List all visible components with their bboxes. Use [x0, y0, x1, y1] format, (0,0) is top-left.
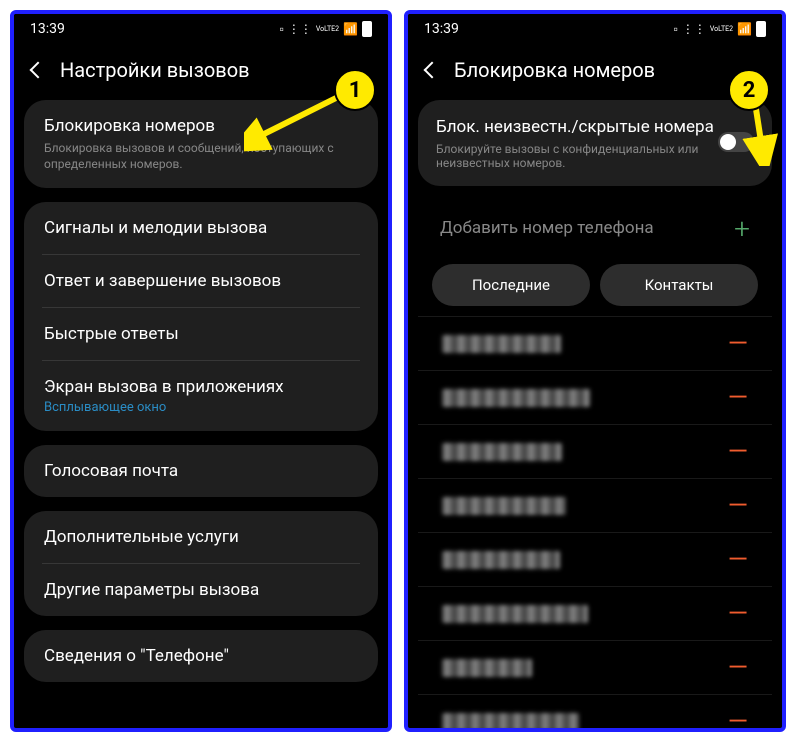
- blocked-number-redacted: [442, 335, 561, 353]
- lte-icon: VoLTE2: [710, 25, 733, 33]
- add-number-row[interactable]: Добавить номер телефона +: [418, 200, 772, 256]
- arrow-2: [728, 106, 778, 166]
- item-other-params[interactable]: Другие параметры вызова: [24, 564, 378, 616]
- status-time: 13:39: [30, 21, 65, 37]
- phone-screen-1: 1 13:39 ▫ ⋮⋮ VoLTE2 📶 Настройки вызовов …: [10, 10, 392, 732]
- blocked-row[interactable]: —: [418, 370, 772, 424]
- item-signals[interactable]: Сигналы и мелодии вызова: [24, 202, 378, 254]
- card-signals-group: Сигналы и мелодии вызова Ответ и заверше…: [24, 202, 378, 431]
- blocked-row[interactable]: —: [418, 478, 772, 532]
- header-2: Блокировка номеров: [408, 44, 782, 96]
- card-about[interactable]: Сведения о "Телефоне": [24, 630, 378, 682]
- item-extra-services[interactable]: Дополнительные услуги: [24, 511, 378, 563]
- status-icons: ▫ ⋮⋮ VoLTE2 📶: [674, 21, 766, 37]
- remove-icon[interactable]: —: [728, 491, 748, 521]
- blocked-row[interactable]: —: [418, 532, 772, 586]
- remove-icon[interactable]: —: [728, 545, 748, 575]
- back-icon[interactable]: [424, 62, 441, 79]
- blocked-number-redacted: [442, 389, 590, 407]
- plus-icon[interactable]: +: [734, 212, 750, 245]
- blocked-number-redacted: [442, 713, 579, 728]
- blocked-row[interactable]: —: [418, 316, 772, 370]
- status-icons: ▫ ⋮⋮ VoLTE2 📶: [280, 21, 372, 37]
- blocked-number-redacted: [442, 659, 532, 677]
- phone-screen-2: 2 13:39 ▫ ⋮⋮ VoLTE2 📶 Блокировка номеров…: [404, 10, 786, 732]
- tab-contacts[interactable]: Контакты: [600, 264, 758, 306]
- picture-icon: ▫: [280, 22, 284, 36]
- header-title: Блокировка номеров: [454, 58, 655, 82]
- header-title: Настройки вызовов: [60, 58, 250, 82]
- statusbar: 13:39 ▫ ⋮⋮ VoLTE2 📶: [408, 14, 782, 44]
- remove-icon[interactable]: —: [728, 707, 748, 728]
- callout-badge-1: 1: [334, 69, 376, 111]
- blocked-number-redacted: [442, 443, 562, 461]
- card-extras: Дополнительные услуги Другие параметры в…: [24, 511, 378, 616]
- blocked-row[interactable]: —: [418, 424, 772, 478]
- wifi-icon: ⋮⋮: [682, 22, 706, 36]
- content-1: Блокировка номеров Блокировка вызовов и …: [14, 96, 388, 728]
- remove-icon[interactable]: —: [728, 437, 748, 467]
- card-block-unknown: Блок. неизвестн./скрытые номера Блокируй…: [418, 100, 772, 186]
- callout-badge-2: 2: [728, 69, 770, 111]
- remove-icon[interactable]: —: [728, 329, 748, 359]
- blocked-row[interactable]: —: [418, 694, 772, 728]
- content-2: Блок. неизвестн./скрытые номера Блокируй…: [408, 96, 782, 728]
- blocked-list: — — — — — — — —: [418, 316, 772, 728]
- statusbar: 13:39 ▫ ⋮⋮ VoLTE2 📶: [14, 14, 388, 44]
- add-number-placeholder: Добавить номер телефона: [440, 218, 654, 238]
- item-quick-answers[interactable]: Быстрые ответы: [24, 308, 378, 360]
- status-time: 13:39: [424, 21, 459, 37]
- card-voicemail[interactable]: Голосовая почта: [24, 445, 378, 497]
- blocked-number-redacted: [442, 551, 560, 569]
- remove-icon[interactable]: —: [728, 599, 748, 629]
- picture-icon: ▫: [674, 22, 678, 36]
- blocked-number-redacted: [442, 605, 588, 623]
- battery-icon: [362, 21, 372, 37]
- signal-icon: 📶: [343, 22, 358, 36]
- remove-icon[interactable]: —: [728, 383, 748, 413]
- blocked-number-redacted: [442, 497, 566, 515]
- blocked-row[interactable]: —: [418, 586, 772, 640]
- signal-icon: 📶: [737, 22, 752, 36]
- lte-icon: VoLTE2: [316, 25, 339, 33]
- item-call-screen[interactable]: Экран вызова в приложениях Всплывающее о…: [24, 361, 378, 431]
- battery-icon: [756, 21, 766, 37]
- tab-recent[interactable]: Последние: [432, 264, 590, 306]
- toggle-sub: Блокируйте вызовы с конфиденциальных или…: [436, 142, 718, 170]
- back-icon[interactable]: [30, 62, 47, 79]
- remove-icon[interactable]: —: [728, 653, 748, 683]
- blocked-row[interactable]: —: [418, 640, 772, 694]
- toggle-title: Блок. неизвестн./скрытые номера: [436, 116, 718, 138]
- wifi-icon: ⋮⋮: [288, 22, 312, 36]
- item-answer-end[interactable]: Ответ и завершение вызовов: [24, 255, 378, 307]
- tabs: Последние Контакты: [418, 264, 772, 306]
